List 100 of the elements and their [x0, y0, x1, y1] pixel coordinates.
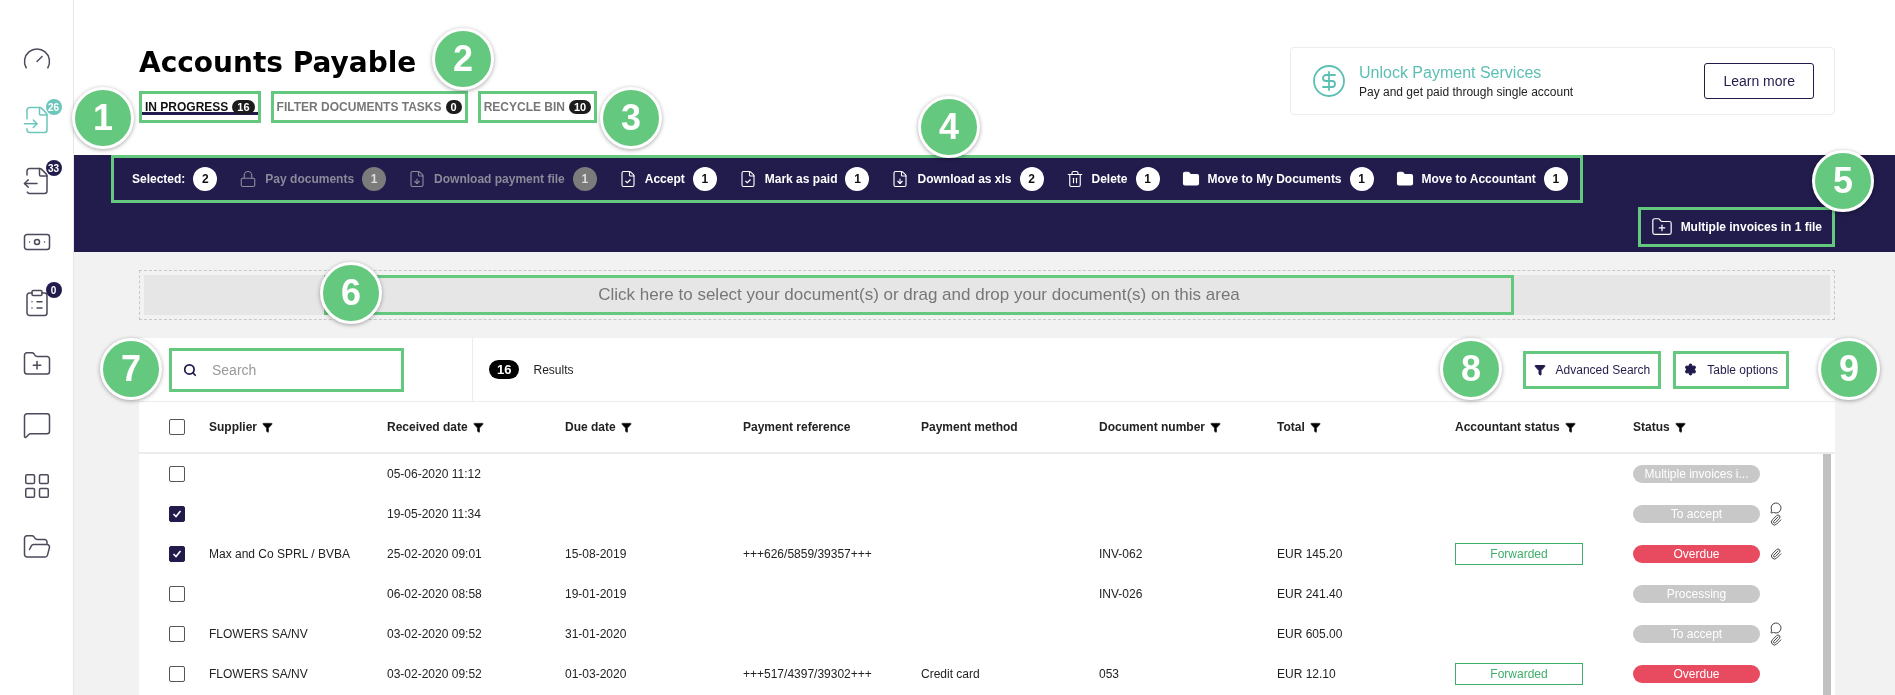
table-cell-text: EUR 241.40 — [1277, 587, 1344, 601]
filter-icon — [1564, 421, 1576, 433]
checkbox[interactable] — [169, 466, 185, 482]
column-header[interactable]: Payment method — [921, 420, 1099, 434]
results-label: Results — [533, 362, 574, 377]
checkbox[interactable] — [169, 506, 185, 522]
filter-icon — [1674, 421, 1686, 433]
table-options-button[interactable]: Table options — [1673, 350, 1789, 389]
count-badge: 1 — [572, 167, 597, 191]
checkbox[interactable] — [169, 626, 185, 642]
table-cell-text: 15-08-2019 — [565, 547, 628, 561]
multiple-invoices-button[interactable]: Multiple invoices in 1 file — [1637, 207, 1835, 247]
action-button[interactable]: Move to My Documents — [1181, 170, 1342, 188]
column-header[interactable]: Supplier — [209, 420, 387, 434]
comment-icon[interactable] — [1770, 622, 1782, 634]
sidebar-item[interactable]: 0 — [11, 282, 62, 324]
filter-icon — [1309, 421, 1321, 433]
tab[interactable]: FILTER DOCUMENTS TASKS 0 — [270, 91, 468, 123]
action-button[interactable]: Accept — [618, 170, 685, 188]
column-header[interactable]: Payment reference — [743, 420, 921, 434]
count-badge: 33 — [45, 160, 62, 176]
table-cell-text: 05-06-2020 11:12 — [387, 467, 482, 481]
count-badge: 16 — [232, 100, 255, 114]
count-badge: 1 — [1543, 167, 1568, 191]
document-download-icon — [891, 170, 910, 188]
table-cell-text: 19-01-2019 — [565, 587, 628, 601]
checkmark-icon — [172, 549, 182, 559]
accountant-status-tag: Forwarded — [1455, 543, 1583, 565]
chat-icon — [21, 410, 52, 440]
table-cell-text: 31-01-2020 — [565, 627, 628, 641]
folder-icon — [1181, 170, 1200, 188]
comment-icon[interactable] — [1770, 502, 1782, 514]
promo-title: Unlock Payment Services — [1359, 63, 1543, 82]
table-cell-text: FLOWERS SA/NV — [209, 667, 309, 681]
status-pill: Overdue — [1633, 665, 1760, 683]
tab[interactable]: RECYCLE BIN 10 — [477, 91, 598, 123]
action-button[interactable]: Move to Accountant — [1395, 170, 1536, 188]
scrollbar[interactable] — [1823, 454, 1831, 695]
column-header[interactable]: Due date — [565, 420, 743, 434]
document-check-icon — [738, 170, 757, 188]
checkbox[interactable] — [169, 586, 185, 602]
filter-icon — [262, 421, 273, 433]
table-cell-text: +++517/4397/39302+++ — [743, 667, 873, 681]
accountant-status-tag: Forwarded — [1455, 663, 1583, 685]
settings-icon — [1684, 363, 1698, 376]
advanced-search-button[interactable]: Advanced Search — [1522, 350, 1662, 389]
results-count: 16 — [489, 360, 520, 379]
learn-more-button[interactable]: Learn more — [1704, 63, 1814, 99]
checkbox[interactable] — [169, 666, 185, 682]
table-cell-text: 01-03-2020 — [565, 667, 628, 681]
column-header[interactable]: Status — [1633, 420, 1835, 434]
column-header[interactable]: Document number — [1099, 420, 1277, 434]
table-cell-text: +++626/5859/39357+++ — [743, 547, 873, 561]
tab[interactable]: IN PROGRESS 16 — [139, 91, 261, 123]
count-badge: 26 — [45, 99, 62, 115]
filter-icon — [1533, 363, 1546, 376]
table-cell-text: EUR 145.20 — [1277, 547, 1344, 561]
count-badge: 1 — [845, 167, 870, 191]
filter-icon — [472, 421, 484, 433]
folder-icon — [1395, 170, 1414, 188]
promo-subtitle: Pay and get paid through single account — [1359, 84, 1575, 99]
checkbox[interactable] — [169, 546, 185, 562]
table-cell-text: 19-05-2020 11:34 — [387, 507, 482, 521]
count-badge: 10 — [568, 100, 592, 114]
paperclip-icon[interactable] — [1770, 634, 1782, 646]
paperclip-icon[interactable] — [1770, 548, 1782, 560]
document-download-icon — [408, 170, 427, 188]
table-cell-text: 03-02-2020 09:52 — [387, 627, 483, 641]
action-button[interactable]: Delete — [1065, 170, 1128, 188]
table-cell-text: 06-02-2020 08:58 — [387, 587, 483, 601]
trash-icon — [1065, 170, 1084, 188]
selected-label: Selected: — [132, 172, 186, 186]
column-header[interactable]: Received date — [387, 420, 565, 434]
count-badge: 1 — [1349, 167, 1374, 191]
table-cell-text: 03-02-2020 09:52 — [387, 667, 483, 681]
count-badge: 1 — [362, 167, 387, 191]
table-cell-text: EUR 12.10 — [1277, 667, 1337, 681]
count-badge: 2 — [193, 167, 218, 191]
search-field[interactable]: Search — [169, 347, 404, 392]
action-button[interactable]: Download as xls — [891, 170, 1012, 188]
action-button[interactable]: Mark as paid — [738, 170, 838, 188]
paperclip-icon[interactable] — [1770, 514, 1782, 526]
checkmark-icon — [172, 509, 182, 519]
table-cell-text: INV-026 — [1099, 587, 1144, 601]
document-check-icon — [618, 170, 637, 188]
table-cell-text: EUR 605.00 — [1277, 627, 1344, 641]
column-header[interactable]: Total — [1277, 420, 1455, 434]
table-cell-text: 053 — [1099, 667, 1121, 681]
dollar-icon — [1311, 63, 1347, 99]
checkbox[interactable] — [169, 419, 185, 435]
count-badge: 0 — [45, 282, 62, 298]
folder-plus-icon — [1650, 216, 1673, 238]
table-cell-text: Max and Co SPRL / BVBA — [209, 547, 351, 561]
table-cell-text: FLOWERS SA/NV — [209, 627, 309, 641]
table-cell-text: 25-02-2020 09:01 — [387, 547, 483, 561]
sidebar-item[interactable]: 33 — [11, 160, 62, 202]
lock-icon — [239, 170, 258, 188]
filter-icon — [620, 421, 632, 433]
search-icon — [183, 362, 197, 377]
column-header[interactable]: Accountant status — [1455, 420, 1633, 434]
